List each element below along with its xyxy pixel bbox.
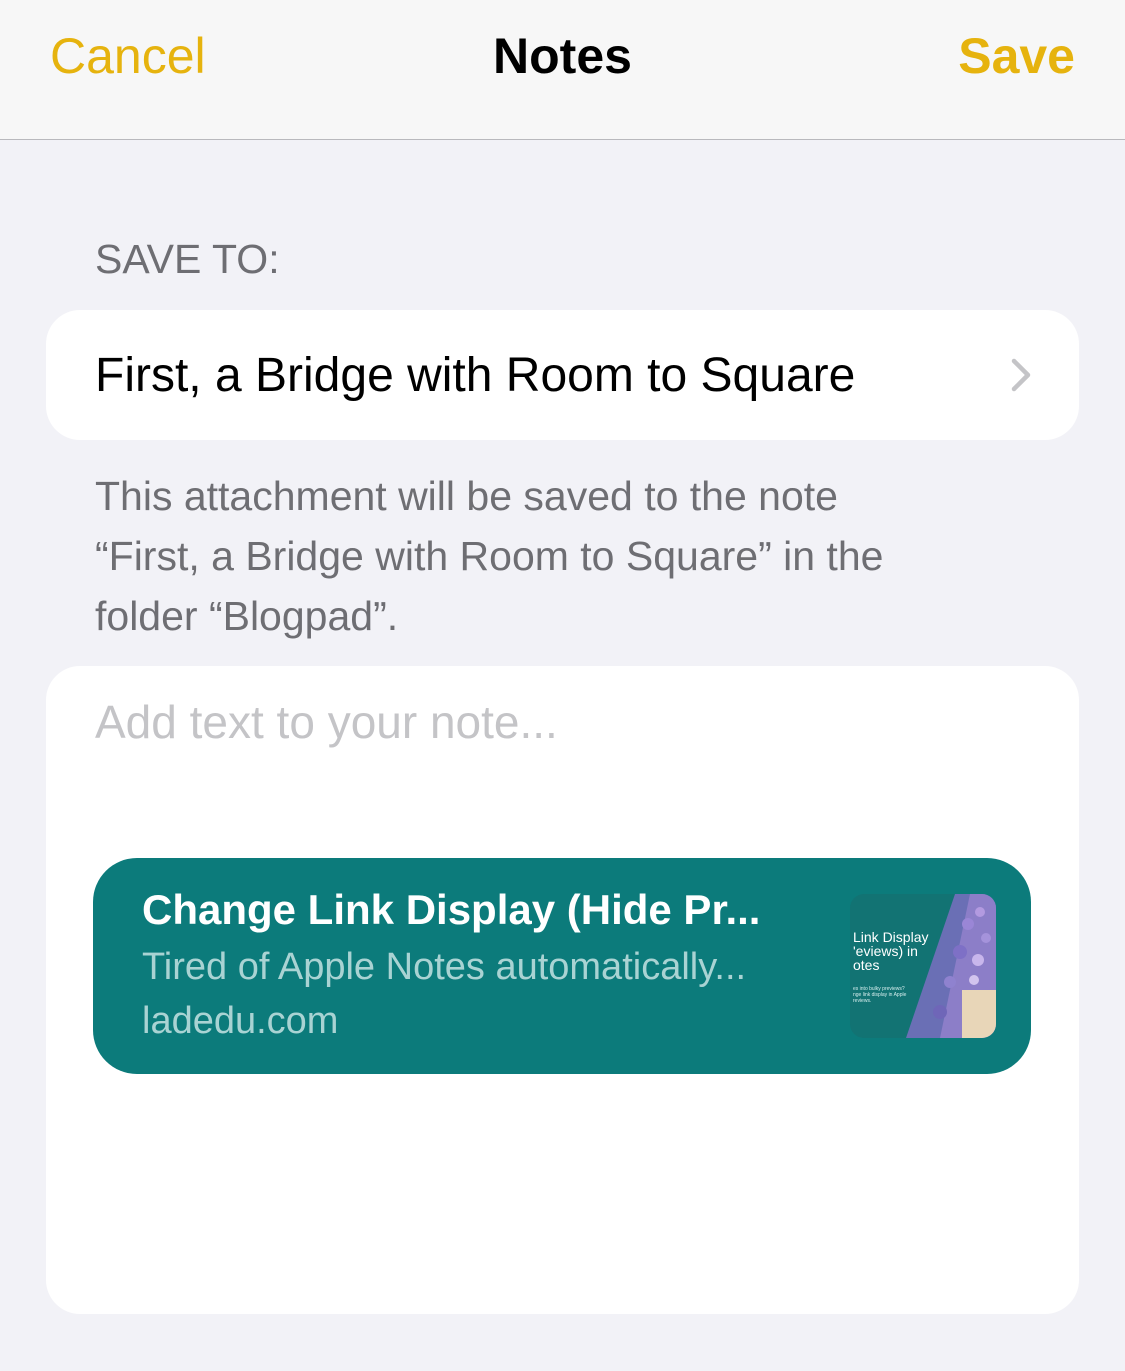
selected-note-title: First, a Bridge with Room to Square [95,349,856,402]
thumbnail-fine-print: es into bulky previews? nge link display… [853,986,906,1004]
link-title: Change Link Display (Hide Pr... [142,886,761,933]
description-line: folder “Blogpad”. [95,593,399,639]
note-editor: Change Link Display (Hide Pr... Tired of… [46,666,1079,1314]
link-thumbnail: Link Display 'eviews) in otes es into bu… [850,894,996,1038]
thumbnail-line: reviews. [853,998,872,1004]
save-button[interactable]: Save [958,28,1075,84]
thumbnail-line: otes [853,957,880,973]
link-description: Tired of Apple Notes automatically... [142,946,747,988]
note-selector-row[interactable]: First, a Bridge with Room to Square [46,310,1079,440]
note-text-input[interactable] [95,692,1025,752]
chevron-right-icon [1011,358,1031,392]
thumbnail-line: Link Display [853,929,929,945]
link-domain: ladedu.com [142,1000,339,1042]
description-line: “First, a Bridge with Room to Square” in… [95,533,884,579]
link-preview-card[interactable]: Change Link Display (Hide Pr... Tired of… [93,858,1031,1074]
navigation-bar: Cancel Notes Save [0,0,1125,140]
save-to-header: SAVE TO: [95,236,280,282]
page-title: Notes [493,28,632,84]
description-line: This attachment will be saved to the not… [95,473,838,519]
thumbnail-caption: Link Display 'eviews) in otes [853,930,928,972]
save-location-description: This attachment will be saved to the not… [95,466,1055,646]
thumbnail-line: 'eviews) in [853,943,918,959]
